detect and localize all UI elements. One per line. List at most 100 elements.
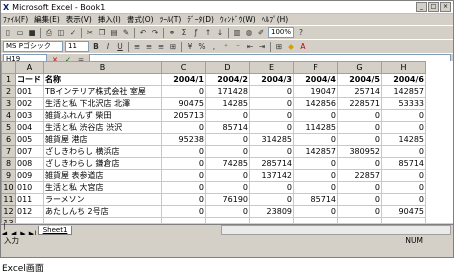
cell[interactable]: 0 [249, 145, 294, 158]
menu-file[interactable]: ﾌｧｲﾙ(F) [3, 14, 28, 25]
cell[interactable]: 2004/4 [293, 73, 338, 86]
cell[interactable]: 0 [161, 205, 206, 218]
cell[interactable]: 0 [205, 109, 250, 122]
cell[interactable]: 0 [205, 145, 250, 158]
menu-window[interactable]: ｳｨﾝﾄﾞｳ(W) [220, 14, 256, 25]
cell[interactable]: 雑貨屋 表参道店 [43, 169, 162, 182]
save-icon[interactable]: ■ [27, 28, 37, 38]
fill-color-icon[interactable]: ◆ [286, 42, 296, 52]
cell[interactable]: 2004/1 [161, 73, 206, 86]
cell[interactable] [205, 217, 250, 223]
cell[interactable]: 14285 [381, 133, 426, 146]
cell[interactable]: 0 [293, 169, 338, 182]
cell[interactable]: 005 [15, 133, 44, 146]
cell[interactable]: 0 [381, 181, 426, 194]
menu-data[interactable]: ﾃﾞｰﾀ(D) [187, 14, 214, 25]
cell[interactable]: 23809 [249, 205, 294, 218]
function-icon[interactable]: ƒ [191, 28, 201, 38]
cell[interactable]: 生活と私 渋谷店 渋沢 [43, 121, 162, 134]
cell[interactable]: 0 [293, 205, 338, 218]
cell[interactable]: 137142 [249, 169, 294, 182]
cell[interactable]: 380952 [337, 145, 382, 158]
cell[interactable]: 012 [15, 205, 44, 218]
cell[interactable]: 0 [293, 157, 338, 170]
select-all-corner[interactable] [1, 61, 16, 74]
cell[interactable]: 19047 [293, 85, 338, 98]
font-select[interactable]: MS Pゴシック [3, 41, 63, 52]
cell[interactable]: 0 [337, 205, 382, 218]
cell[interactable]: 0 [381, 193, 426, 206]
cell[interactable]: 0 [249, 109, 294, 122]
column-header[interactable]: D [205, 61, 250, 74]
spellcheck-icon[interactable]: ✓ [68, 28, 78, 38]
row-header[interactable]: 3 [1, 97, 16, 110]
row-header[interactable]: 11 [1, 193, 16, 206]
underline-button[interactable]: U [115, 42, 125, 52]
cell[interactable]: 76190 [205, 193, 250, 206]
row-header[interactable]: 9 [1, 169, 16, 182]
cell[interactable]: 314285 [249, 133, 294, 146]
paste-icon[interactable]: ▤ [109, 28, 119, 38]
format-painter-icon[interactable]: ✎ [121, 28, 131, 38]
horizontal-scrollbar[interactable] [221, 225, 451, 235]
copy-icon[interactable]: ❐ [97, 28, 107, 38]
row-header[interactable]: 2 [1, 85, 16, 98]
cell[interactable]: 2004/5 [337, 73, 382, 86]
row-header[interactable]: 12 [1, 205, 16, 218]
row-header[interactable]: 4 [1, 109, 16, 122]
menu-format[interactable]: 書式(O) [127, 14, 154, 25]
cell[interactable]: 90475 [381, 205, 426, 218]
cell[interactable]: 0 [161, 85, 206, 98]
cell[interactable]: 85714 [381, 157, 426, 170]
cell[interactable]: 0 [161, 193, 206, 206]
cell[interactable]: 名称 [43, 73, 162, 86]
menu-insert[interactable]: 挿入(I) [98, 14, 121, 25]
cell[interactable]: 0 [381, 145, 426, 158]
cell[interactable]: コード [15, 73, 44, 86]
cell[interactable]: 0 [161, 157, 206, 170]
cell[interactable]: 74285 [205, 157, 250, 170]
increase-decimal-icon[interactable]: ⁺ [221, 42, 231, 52]
close-button[interactable]: × [440, 2, 451, 12]
italic-button[interactable]: I [103, 42, 113, 52]
cell[interactable] [43, 217, 162, 223]
cell[interactable]: 85714 [205, 121, 250, 134]
cell[interactable] [161, 217, 206, 223]
cell[interactable]: あたしんち 2号店 [43, 205, 162, 218]
cell[interactable]: 142856 [293, 97, 338, 110]
font-color-icon[interactable]: A [298, 42, 308, 52]
cell[interactable]: 0 [205, 181, 250, 194]
increase-indent-icon[interactable]: ⇥ [257, 42, 267, 52]
column-header[interactable]: A [15, 61, 44, 74]
cell[interactable]: 2004/2 [205, 73, 250, 86]
bold-button[interactable]: B [91, 42, 101, 52]
redo-icon[interactable]: ↷ [150, 28, 160, 38]
cell[interactable]: 171428 [205, 85, 250, 98]
spreadsheet-table[interactable]: ABCDEFGH 1 コード 名称 2004/1 2004/2 2004/3 2004/4 2… [1, 61, 426, 223]
cell[interactable]: 53333 [381, 97, 426, 110]
cell[interactable] [337, 217, 382, 223]
cell[interactable]: 0 [293, 109, 338, 122]
cell[interactable]: 003 [15, 109, 44, 122]
row-header[interactable]: 5 [1, 121, 16, 134]
cell[interactable]: 007 [15, 145, 44, 158]
print-icon[interactable]: ⎙ [44, 28, 54, 38]
currency-icon[interactable]: ¥ [185, 42, 195, 52]
cell[interactable]: 001 [15, 85, 44, 98]
cell[interactable]: 0 [161, 169, 206, 182]
column-header[interactable]: F [293, 61, 338, 74]
font-size-select[interactable]: 11 [65, 41, 89, 52]
column-header[interactable]: C [161, 61, 206, 74]
cell[interactable]: 009 [15, 169, 44, 182]
cell[interactable]: ざしきわらし 横浜店 [43, 145, 162, 158]
cell[interactable]: 2004/6 [381, 73, 426, 86]
merge-center-icon[interactable]: ⊞ [168, 42, 178, 52]
sheet-tab[interactable]: Sheet1 [37, 225, 73, 235]
cell[interactable]: 011 [15, 193, 44, 206]
row-header[interactable]: 1 [1, 73, 16, 86]
percent-icon[interactable]: % [197, 42, 207, 52]
cell[interactable]: 0 [293, 181, 338, 194]
cell[interactable]: 0 [249, 121, 294, 134]
cell[interactable]: 生活と私 下北沢店 北澤 [43, 97, 162, 110]
menu-help[interactable]: ﾍﾙﾌﾟ(H) [262, 14, 289, 25]
